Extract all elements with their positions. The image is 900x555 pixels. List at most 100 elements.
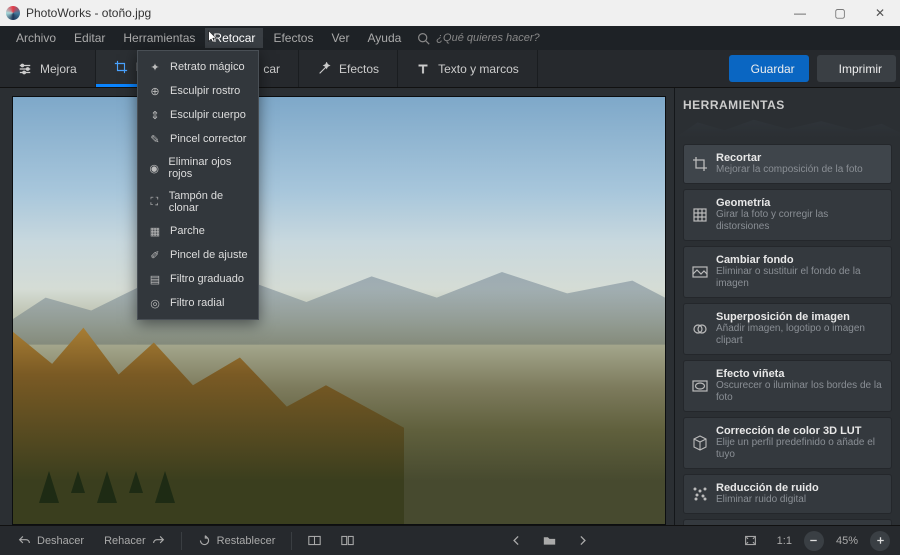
reset-button[interactable]: Restablecer xyxy=(190,531,284,550)
tool-title: Superposición de imagen xyxy=(716,311,883,323)
tab-label: Efectos xyxy=(339,62,379,76)
redo-icon xyxy=(152,534,165,547)
wand-icon xyxy=(317,62,331,76)
dropdown-label: Parche xyxy=(170,225,205,237)
adjust-brush-icon: ✐ xyxy=(148,248,162,262)
next-image-button[interactable] xyxy=(568,531,597,550)
plus-icon xyxy=(874,534,887,547)
fit-icon xyxy=(744,534,757,547)
help-search[interactable]: ¿Qué quieres hacer? xyxy=(417,32,539,45)
geometry-icon xyxy=(692,207,708,223)
tool-recortar[interactable]: Recortar Mejorar la composición de la fo… xyxy=(683,144,892,184)
tool-curvas[interactable]: Curvas Ajustar el tono y el color xyxy=(683,519,892,525)
tab-label: Mejora xyxy=(40,62,77,76)
heal-brush-icon: ✎ xyxy=(148,132,162,146)
dropdown-esculpir-cuerpo[interactable]: ⇕Esculpir cuerpo xyxy=(138,103,258,127)
vignette-icon xyxy=(692,378,708,394)
menu-editar[interactable]: Editar xyxy=(66,28,113,48)
tool-lut[interactable]: Corrección de color 3D LUT Elije un perf… xyxy=(683,417,892,469)
dropdown-pincel-corrector[interactable]: ✎ Pincel corrector xyxy=(138,127,258,151)
tool-vineta[interactable]: Efecto viñeta Oscurecer o iluminar los b… xyxy=(683,360,892,412)
dropdown-retrato-magico[interactable]: ✦ Retrato mágico xyxy=(138,55,258,79)
tool-desc: Oscurecer o iluminar los bordes de la fo… xyxy=(716,380,883,404)
clone-stamp-icon: ⛶ xyxy=(148,195,161,209)
text-icon xyxy=(416,62,430,76)
zoom-out-button[interactable] xyxy=(804,531,824,551)
browse-folder-button[interactable] xyxy=(535,531,564,550)
sliders-icon xyxy=(18,62,32,76)
chevron-left-icon xyxy=(510,534,523,547)
title-bar: PhotoWorks - otoño.jpg — ▢ ✕ xyxy=(0,0,900,26)
dropdown-label: Filtro radial xyxy=(170,297,224,309)
tool-desc: Mejorar la composición de la foto xyxy=(716,164,883,176)
dropdown-esculpir-rostro[interactable]: ⊕ Esculpir rostro xyxy=(138,79,258,103)
tab-texto[interactable]: Texto y marcos xyxy=(398,50,538,87)
tool-title: Efecto viñeta xyxy=(716,368,883,380)
compare-split-button[interactable] xyxy=(300,531,329,550)
tool-title: Cambiar fondo xyxy=(716,254,883,266)
trees-illustration xyxy=(39,471,175,503)
image-canvas[interactable] xyxy=(12,96,666,525)
lut-cube-icon xyxy=(692,435,708,451)
zoom-in-button[interactable] xyxy=(870,531,890,551)
tool-geometria[interactable]: Geometría Girar la foto y corregir las d… xyxy=(683,189,892,241)
crop-icon xyxy=(114,60,128,74)
dropdown-label: Pincel corrector xyxy=(170,133,246,145)
tab-label-partial: car xyxy=(263,62,280,76)
menu-ayuda[interactable]: Ayuda xyxy=(359,28,409,48)
bottom-bar: Deshacer Rehacer Restablecer 1:1 45% xyxy=(0,525,900,555)
window-minimize-button[interactable]: — xyxy=(780,0,820,26)
tab-efectos[interactable]: Efectos xyxy=(299,50,398,87)
tool-tab-bar: Mejora H car Efectos Texto y marcos Guar… xyxy=(0,50,900,88)
menu-retocar[interactable]: Retocar xyxy=(205,28,263,48)
save-label: Guardar xyxy=(751,62,795,76)
dropdown-filtro-graduado[interactable]: ▤Filtro graduado xyxy=(138,267,258,291)
mountain-illustration xyxy=(13,259,665,344)
tool-title: Corrección de color 3D LUT xyxy=(716,425,883,437)
save-button[interactable]: Guardar xyxy=(729,55,809,82)
zoom-ratio-label[interactable]: 1:1 xyxy=(769,532,800,550)
target-icon: ⊕ xyxy=(148,84,162,98)
menu-ver[interactable]: Ver xyxy=(323,28,357,48)
chevron-right-icon xyxy=(576,534,589,547)
undo-button[interactable]: Deshacer xyxy=(10,531,92,550)
tool-ruido[interactable]: Reducción de ruido Eliminar ruido digita… xyxy=(683,474,892,514)
menu-archivo[interactable]: Archivo xyxy=(8,28,64,48)
menu-herramientas[interactable]: Herramientas xyxy=(115,28,203,48)
cursor-icon: ✦ xyxy=(148,60,162,74)
window-maximize-button[interactable]: ▢ xyxy=(820,0,860,26)
compare-side-button[interactable] xyxy=(333,531,362,550)
minus-icon xyxy=(807,534,820,547)
redeye-icon: ◉ xyxy=(148,161,160,175)
mouse-cursor-icon xyxy=(207,30,220,43)
tool-superposicion[interactable]: Superposición de imagen Añadir imagen, l… xyxy=(683,303,892,355)
dropdown-pincel-ajuste[interactable]: ✐ Pincel de ajuste xyxy=(138,243,258,267)
crop-icon xyxy=(692,156,708,172)
prev-image-button[interactable] xyxy=(502,531,531,550)
print-button[interactable]: Imprimir xyxy=(817,55,896,82)
dropdown-label: Esculpir cuerpo xyxy=(170,109,246,121)
dropdown-filtro-radial[interactable]: ◎Filtro radial xyxy=(138,291,258,315)
dropdown-label: Esculpir rostro xyxy=(170,85,240,97)
window-close-button[interactable]: ✕ xyxy=(860,0,900,26)
zoom-percent-label[interactable]: 45% xyxy=(828,532,866,550)
dropdown-label: Tampón de clonar xyxy=(169,190,248,214)
menu-bar: Archivo Editar Herramientas Retocar Efec… xyxy=(0,26,900,50)
dropdown-label: Pincel de ajuste xyxy=(170,249,248,261)
dropdown-tampon-clonar[interactable]: ⛶ Tampón de clonar xyxy=(138,185,258,219)
tab-mejora[interactable]: Mejora xyxy=(0,50,96,87)
tool-title: Recortar xyxy=(716,152,883,164)
dropdown-label: Eliminar ojos rojos xyxy=(168,156,248,180)
dropdown-parche[interactable]: ▦Parche xyxy=(138,219,258,243)
dropdown-ojos-rojos[interactable]: ◉ Eliminar ojos rojos xyxy=(138,151,258,185)
fit-screen-button[interactable] xyxy=(736,531,765,550)
reset-label: Restablecer xyxy=(217,535,276,547)
dropdown-label: Retrato mágico xyxy=(170,61,245,73)
undo-label: Deshacer xyxy=(37,535,84,547)
tool-desc: Añadir imagen, logotipo o imagen clipart xyxy=(716,323,883,347)
redo-button[interactable]: Rehacer xyxy=(96,531,173,550)
main-area: HERRAMIENTAS Recortar Mejorar la composi… xyxy=(0,88,900,525)
tools-panel-heading: HERRAMIENTAS xyxy=(683,98,892,112)
tool-cambiar-fondo[interactable]: Cambiar fondo Eliminar o sustituir el fo… xyxy=(683,246,892,298)
menu-efectos[interactable]: Efectos xyxy=(265,28,321,48)
